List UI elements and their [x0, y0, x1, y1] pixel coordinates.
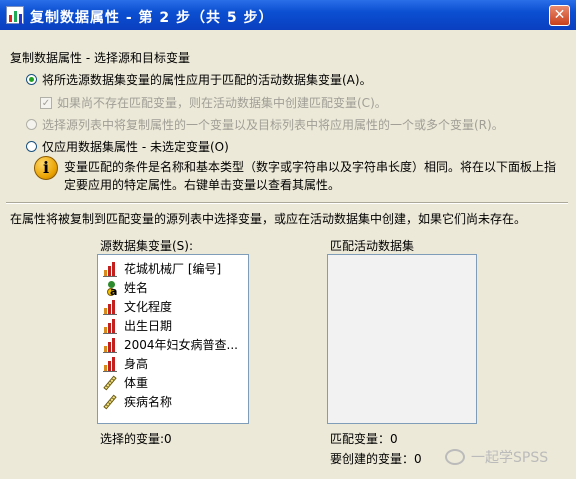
separator	[6, 202, 568, 204]
nominal-string-icon: a	[102, 280, 118, 298]
create-matching-checkbox[interactable]: ✓ 如果尚不存在匹配变量，则在活动数据集中创建匹配变量(C)。	[40, 94, 387, 111]
matched-count-label: 匹配变量：0	[330, 432, 398, 446]
watermark-text: 一起学SPSS	[471, 450, 549, 466]
radio-selected-icon	[26, 74, 37, 85]
copy-data-properties-dialog: 复制数据属性 - 第 2 步（共 5 步） ✕ 复制数据属性 - 选择源和目标变…	[0, 0, 576, 479]
list-item-label: 体重	[124, 376, 149, 390]
wechat-icon	[445, 449, 465, 465]
list-item[interactable]: 花城机械厂 [编号]	[102, 259, 221, 278]
dataset-properties-only-radio[interactable]: 仅应用数据集属性 - 未选定变量(O)	[26, 138, 229, 155]
apply-matching-label: 将所选源数据集变量的属性应用于匹配的活动数据集变量(A)。	[42, 73, 372, 87]
ordinal-icon	[102, 356, 118, 372]
list-item-label: 疾病名称	[124, 395, 173, 409]
radio-unselected-icon	[26, 119, 37, 130]
ordinal-icon	[102, 299, 118, 315]
list-item[interactable]: 出生日期	[102, 316, 172, 335]
target-list-label: 匹配活动数据集	[330, 239, 415, 253]
list-item[interactable]: 2004年妇女病普查...	[102, 335, 238, 354]
list-item[interactable]: 身高	[102, 354, 148, 373]
list-item-label: 2004年妇女病普查...	[124, 338, 238, 352]
select-source-target-radio[interactable]: 选择源列表中将复制属性的一个变量以及目标列表中将应用属性的一个或多个变量(R)。	[26, 116, 504, 133]
scale-icon	[102, 394, 118, 410]
to-create-count-label: 要创建的变量：0	[330, 452, 422, 466]
section-header: 复制数据属性 - 选择源和目标变量	[10, 51, 190, 65]
checkbox-checked-icon: ✓	[40, 96, 52, 109]
title-bar: 复制数据属性 - 第 2 步（共 5 步） ✕	[0, 0, 576, 30]
window-title: 复制数据属性 - 第 2 步（共 5 步）	[30, 10, 274, 26]
source-list-label: 源数据集变量(S):	[100, 239, 194, 253]
select-source-target-label: 选择源列表中将复制属性的一个变量以及目标列表中将应用属性的一个或多个变量(R)。	[42, 118, 504, 132]
list-item-label: 出生日期	[124, 319, 173, 333]
list-item[interactable]: 体重	[102, 373, 148, 392]
selected-count-label: 选择的变量:0	[100, 432, 172, 446]
info-icon: i	[34, 156, 58, 180]
apply-matching-radio[interactable]: 将所选源数据集变量的属性应用于匹配的活动数据集变量(A)。	[26, 71, 372, 88]
list-item-label: 姓名	[124, 281, 149, 295]
list-item[interactable]: 文化程度	[102, 297, 172, 316]
close-button[interactable]: ✕	[549, 5, 570, 26]
create-matching-label: 如果尚不存在匹配变量，则在活动数据集中创建匹配变量(C)。	[57, 96, 387, 110]
list-item-label: 身高	[124, 357, 149, 371]
instruction-text: 在属性将被复制到匹配变量的源列表中选择变量，或应在活动数据集中创建，如果它们尚未…	[10, 212, 527, 226]
ordinal-icon	[102, 318, 118, 334]
ordinal-icon	[102, 337, 118, 353]
watermark: 一起学SPSS	[445, 447, 548, 467]
radio-unselected-icon	[26, 141, 37, 152]
spss-app-icon	[6, 6, 24, 24]
list-item-label: 文化程度	[124, 300, 173, 314]
list-item[interactable]: 疾病名称	[102, 392, 172, 411]
source-variable-list[interactable]: 花城机械厂 [编号] a 姓名 文化程度 出生日期 2004年妇女病普查... …	[97, 254, 249, 424]
info-text: 变量匹配的条件是名称和基本类型（数字或字符串以及字符串长度）相同。将在以下面板上…	[64, 160, 557, 192]
target-variable-list[interactable]	[327, 254, 477, 424]
dataset-properties-only-label: 仅应用数据集属性 - 未选定变量(O)	[42, 140, 229, 154]
list-item[interactable]: a 姓名	[102, 278, 149, 298]
ordinal-icon	[102, 261, 118, 277]
list-item-label: 花城机械厂 [编号]	[124, 262, 222, 276]
scale-icon	[102, 375, 118, 391]
